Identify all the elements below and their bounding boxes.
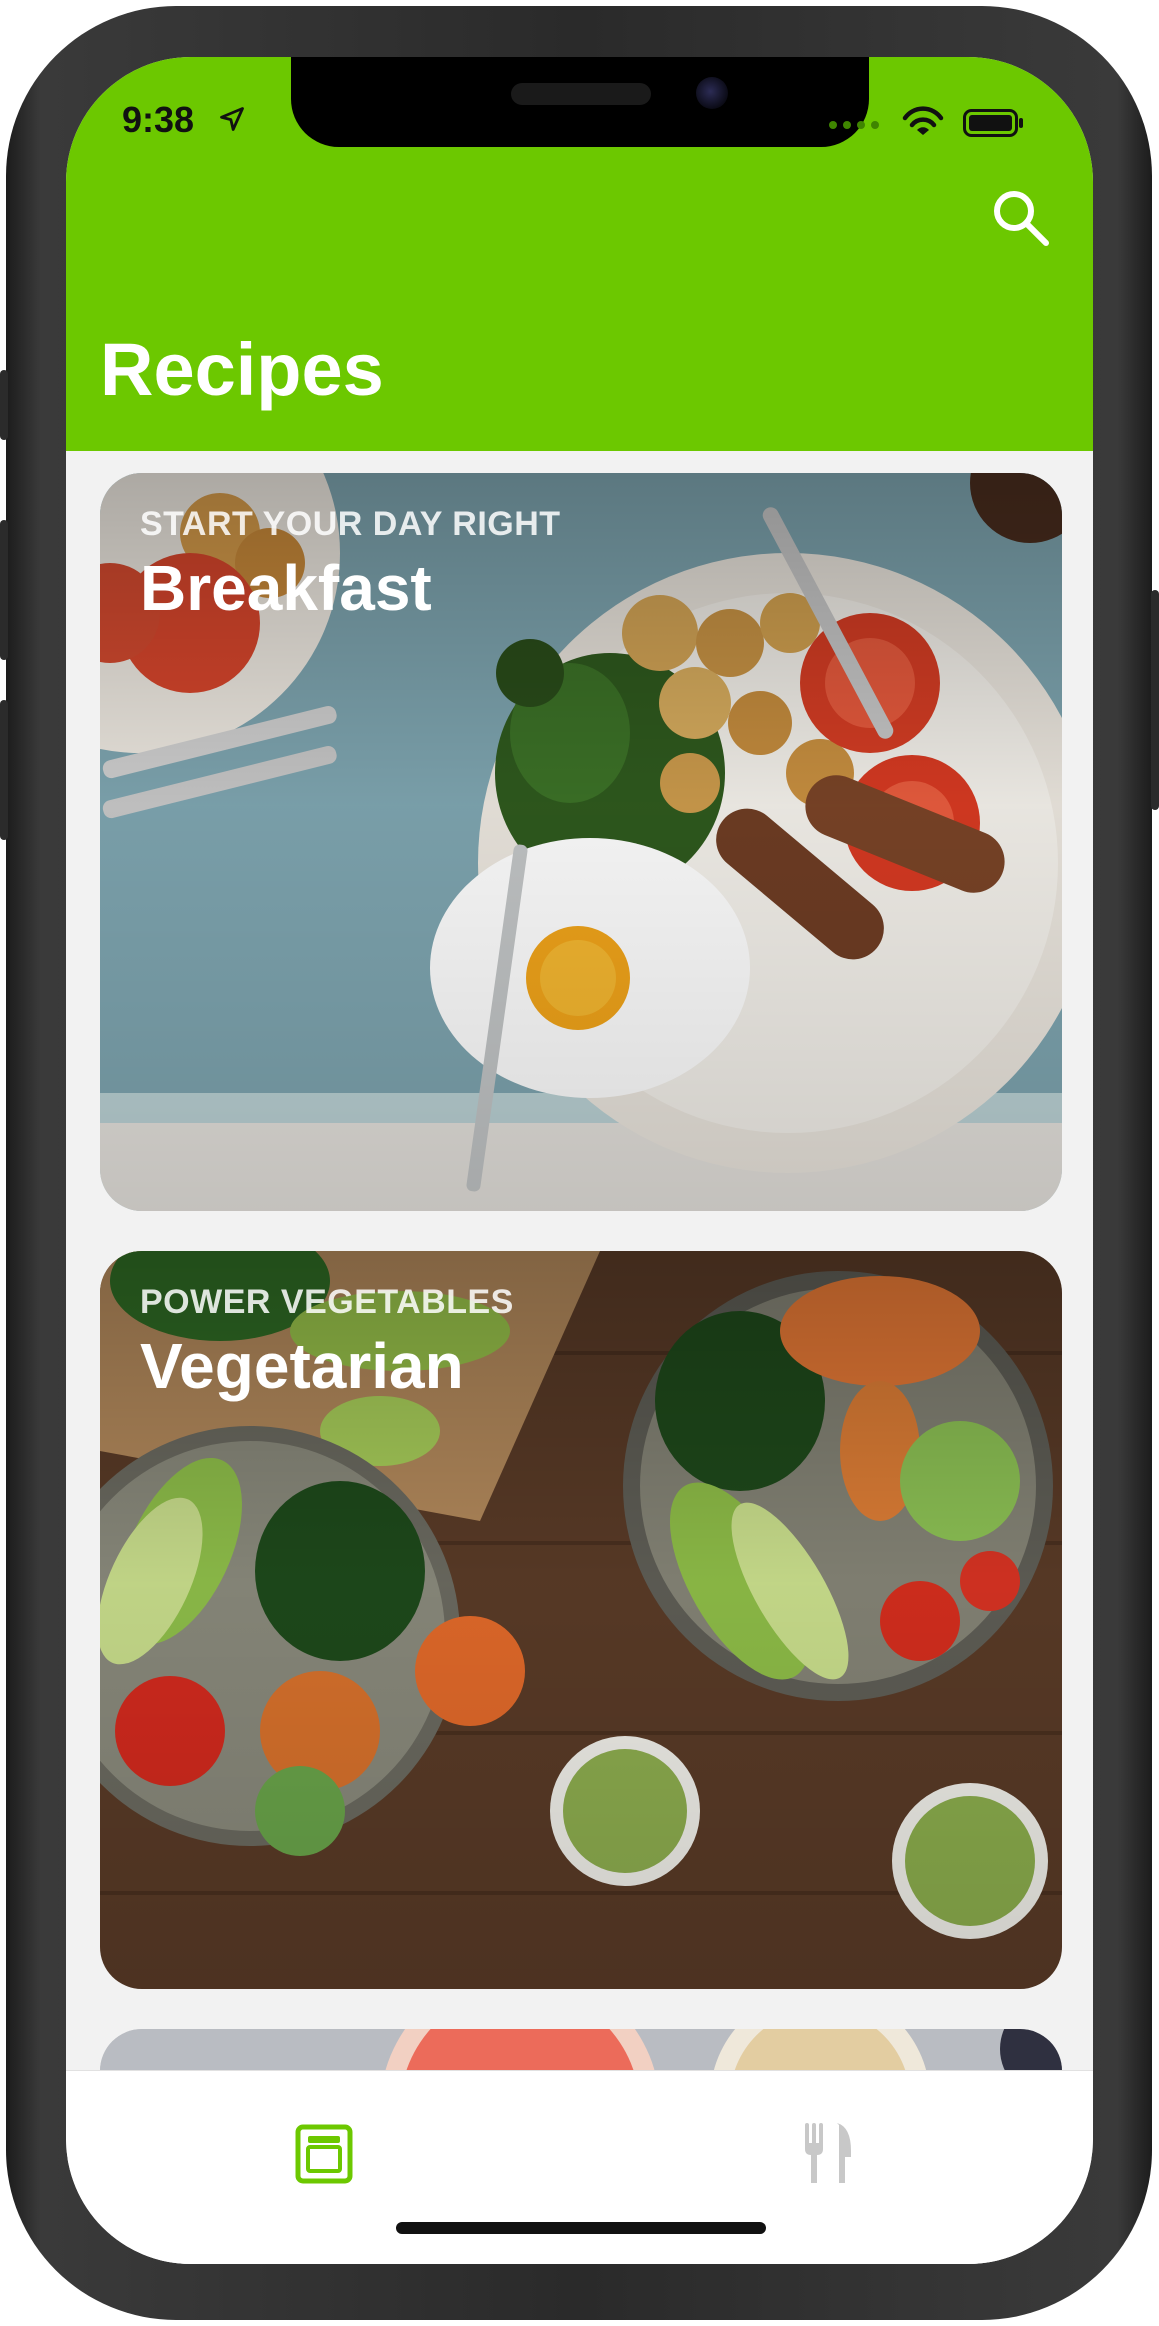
notch [291,57,869,147]
search-icon[interactable] [988,185,1052,249]
power-button [1151,590,1159,810]
tab-bar [66,2070,1093,2264]
battery-icon [963,109,1023,137]
category-card-breakfast[interactable]: START YOUR DAY RIGHT Breakfast [100,473,1062,1211]
status-indicators [823,105,1053,137]
recipes-tab-icon[interactable] [294,2123,354,2185]
fork-knife-icon[interactable] [801,2121,857,2185]
mute-switch [0,370,8,440]
navigation-bar: 9:38 Recipes [66,57,1093,451]
card-title: Breakfast [140,552,432,624]
volume-up-button [0,520,8,660]
card-subtitle: START YOUR DAY RIGHT [140,505,561,543]
speaker-grille [511,83,651,105]
category-card-vegetarian[interactable]: POWER VEGETABLES Vegetarian [100,1251,1062,1989]
signal-dots-icon [829,121,879,129]
volume-down-button [0,700,8,840]
card-subtitle: POWER VEGETABLES [140,1283,514,1321]
location-arrow-icon [220,107,244,131]
front-camera [696,77,728,109]
wifi-icon [902,106,944,135]
screen: 9:38 Recipes START YOUR DAY RIGHT Breakf… [66,57,1093,2264]
home-indicator [396,2222,766,2234]
card-title: Vegetarian [140,1330,464,1402]
status-time: 9:38 [122,99,195,140]
page-title: Recipes [100,328,384,411]
